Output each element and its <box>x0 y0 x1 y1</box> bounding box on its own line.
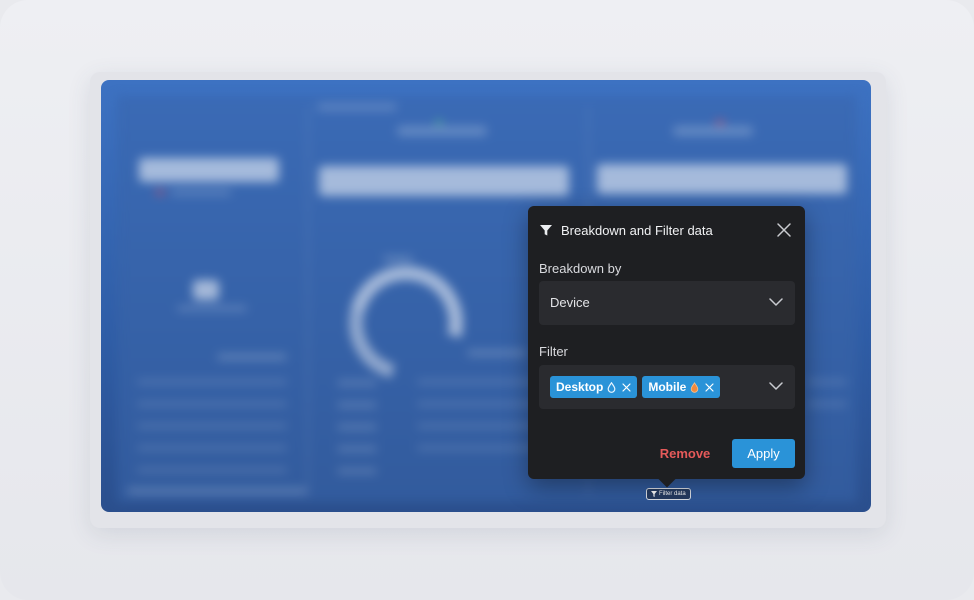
breakdown-select-value: Device <box>550 295 590 310</box>
remove-chip-icon[interactable] <box>622 382 631 392</box>
blurred-widget <box>715 120 725 125</box>
popup-title: Breakdown and Filter data <box>561 222 713 238</box>
blurred-widget <box>467 350 527 356</box>
blurred-widget <box>127 488 307 494</box>
blurred-table-row <box>337 424 377 430</box>
remove-button[interactable]: Remove <box>650 439 720 468</box>
breakdown-label: Breakdown by <box>539 261 622 276</box>
blurred-widget <box>217 354 287 360</box>
blurred-table-row <box>417 424 537 428</box>
blurred-widget <box>319 166 569 196</box>
popup-header: Breakdown and Filter data <box>539 216 795 244</box>
blurred-table-row <box>137 380 287 384</box>
breakdown-filter-popup: Breakdown and Filter data Breakdown by D… <box>528 206 805 479</box>
remove-chip-icon[interactable] <box>705 382 714 392</box>
blurred-table-row <box>807 402 847 406</box>
funnel-icon <box>651 491 657 497</box>
blurred-widget <box>155 190 165 195</box>
filter-data-tag[interactable]: Filter data <box>646 488 691 500</box>
blurred-table-row <box>417 380 537 384</box>
blurred-widget <box>317 104 397 110</box>
blurred-table-row <box>417 402 537 406</box>
blurred-table-row <box>337 446 377 452</box>
blurred-widget <box>397 126 487 136</box>
blurred-widget <box>171 190 231 195</box>
chevron-down-icon <box>769 382 783 390</box>
blurred-table-row <box>137 424 287 428</box>
filter-chip-mobile[interactable]: Mobile <box>642 376 721 398</box>
blurred-widget <box>193 280 219 300</box>
close-icon[interactable] <box>775 221 793 239</box>
blurred-table-row <box>417 446 537 450</box>
breakdown-select[interactable]: Device <box>539 281 795 325</box>
water-drop-icon <box>607 381 616 393</box>
filter-chips: Desktop Mobile <box>550 376 721 398</box>
blurred-widget <box>177 306 247 311</box>
blurred-table-row <box>337 402 377 408</box>
blurred-table-row <box>807 380 847 384</box>
filter-chip-desktop[interactable]: Desktop <box>550 376 638 398</box>
blurred-table-row <box>137 468 287 472</box>
filter-chip-label: Mobile <box>648 380 687 394</box>
blurred-widget <box>383 256 413 262</box>
blurred-table-row <box>337 468 377 474</box>
blurred-widget <box>597 164 847 194</box>
filter-chip-label: Desktop <box>556 380 604 394</box>
filter-data-tag-label: Filter data <box>659 491 686 497</box>
chevron-down-icon <box>769 298 783 306</box>
blurred-table-row <box>137 446 287 450</box>
filter-select[interactable]: Desktop Mobile <box>539 365 795 409</box>
filter-label: Filter <box>539 344 568 359</box>
blurred-table-row <box>137 402 287 406</box>
blurred-widget <box>673 126 753 136</box>
blurred-gauge <box>328 245 484 401</box>
blurred-table-row <box>337 380 377 386</box>
blurred-widget <box>139 158 279 182</box>
apply-button[interactable]: Apply <box>732 439 795 468</box>
blurred-widget <box>435 120 443 125</box>
fire-drop-icon <box>691 381 699 393</box>
funnel-icon <box>539 223 553 237</box>
dashboard-divider <box>307 106 309 496</box>
